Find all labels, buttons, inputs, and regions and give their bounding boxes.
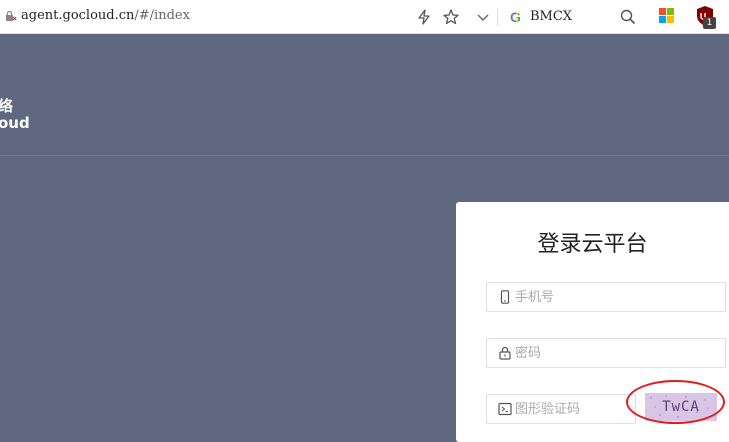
phone-input[interactable] <box>515 283 715 311</box>
windows-logo-icon[interactable] <box>659 8 675 24</box>
url-host: agent.gocloud.cn <box>21 8 135 23</box>
url-path: /#/index <box>134 8 190 23</box>
phone-field[interactable] <box>486 282 726 312</box>
mobile-phone-icon <box>500 290 510 304</box>
password-field[interactable] <box>486 338 726 368</box>
chevron-down-icon[interactable] <box>474 8 492 26</box>
password-input[interactable] <box>515 339 715 367</box>
url-field[interactable]: agent.gocloud.cn/#/index <box>21 8 190 23</box>
terminal-icon <box>498 402 512 416</box>
logo-line-1: 络 <box>0 97 14 115</box>
site-logo[interactable]: 络 oud <box>0 98 30 132</box>
header-divider <box>0 155 729 156</box>
captcha-input[interactable] <box>515 395 630 423</box>
google-icon[interactable]: G <box>510 8 521 26</box>
annotation-ellipse <box>626 380 725 424</box>
search-icon[interactable] <box>619 8 637 26</box>
search-query-text[interactable]: BMCX <box>530 8 572 26</box>
extension-badge: 1 <box>703 17 716 29</box>
toolbar-divider <box>497 8 498 26</box>
login-title: 登录云平台 <box>537 232 648 257</box>
logo-line-2: oud <box>0 114 30 132</box>
captcha-field[interactable] <box>486 394 636 424</box>
not-secure-icon[interactable] <box>5 10 17 22</box>
browser-address-bar: agent.gocloud.cn/#/index G BMCX 1 <box>0 0 729 34</box>
lightning-icon[interactable] <box>415 8 433 26</box>
bookmark-star-icon[interactable] <box>442 8 460 26</box>
lock-icon <box>499 346 511 360</box>
